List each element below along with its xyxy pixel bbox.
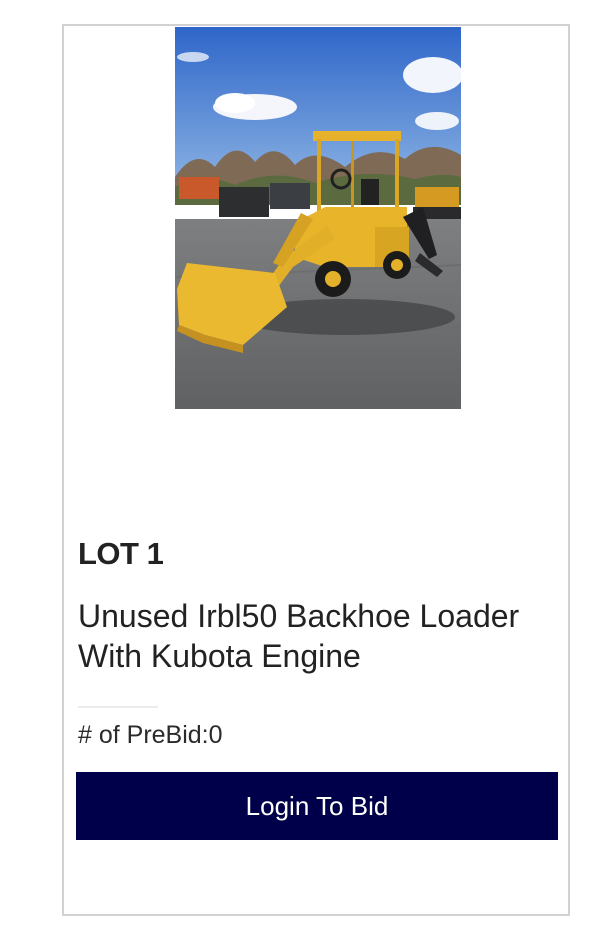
lot-photo[interactable] <box>175 27 461 409</box>
lot-number: LOT 1 <box>78 536 164 571</box>
divider <box>78 706 158 708</box>
lot-card: LOT 1 Unused Irbl50 Backhoe Loader With … <box>62 24 570 916</box>
prebid-count-text: # of PreBid:0 <box>78 720 223 750</box>
prebid-label: # of PreBid: <box>78 721 209 749</box>
login-to-bid-button[interactable]: Login To Bid <box>76 772 558 840</box>
prebid-count: 0 <box>208 721 223 749</box>
lot-title[interactable]: Unused Irbl50 Backhoe Loader With Kubota… <box>78 596 548 676</box>
